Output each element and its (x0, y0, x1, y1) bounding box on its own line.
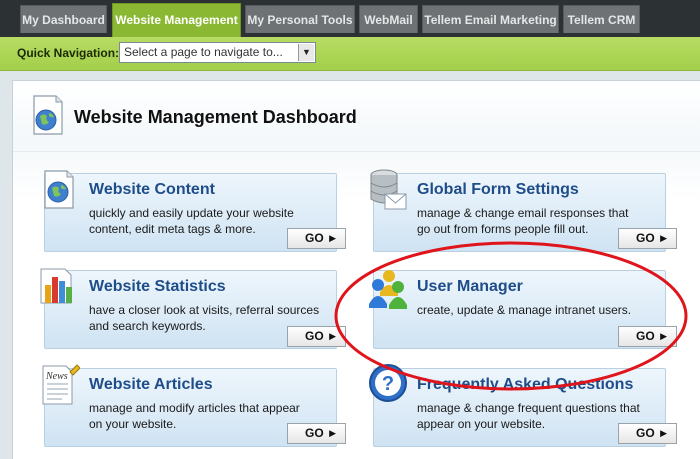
card-description-line: manage & change email responses that (417, 206, 629, 220)
card-frequently-asked-questions: ? Frequently Asked Questions manage & ch… (369, 364, 677, 447)
tab-my-personal-tools[interactable]: My Personal Tools (245, 5, 355, 33)
play-arrow-icon: ▶ (660, 428, 667, 438)
card-title[interactable]: User Manager (417, 278, 523, 296)
card-description-line: have a closer look at visits, referral s… (89, 303, 320, 317)
quick-navigation-label: Quick Navigation: (17, 46, 120, 60)
go-button[interactable]: GO ▶ (287, 326, 346, 347)
go-button-label: GO (636, 426, 655, 440)
card-description: have a closer look at visits, referral s… (89, 302, 319, 334)
svg-text:News: News (45, 371, 68, 382)
play-arrow-icon: ▶ (660, 233, 667, 243)
go-button[interactable]: GO ▶ (287, 228, 346, 249)
database-envelope-icon (370, 169, 407, 210)
card-description-line: on your website. (89, 417, 177, 431)
card-description: manage & change email responses that go … (417, 205, 628, 237)
go-button-label: GO (305, 426, 324, 440)
tab-tellem-crm[interactable]: Tellem CRM (563, 5, 640, 33)
card-description-line: content, edit meta tags & more. (89, 222, 256, 236)
globe-document-icon (44, 170, 74, 209)
news-icon: News (42, 364, 80, 405)
go-button[interactable]: GO ▶ (618, 423, 677, 444)
play-arrow-icon: ▶ (329, 428, 336, 438)
tab-my-dashboard[interactable]: My Dashboard (20, 5, 107, 33)
go-button[interactable]: GO ▶ (618, 228, 677, 249)
card-description-line: create, update & manage intranet users. (417, 303, 632, 317)
divider (13, 151, 700, 152)
card-description-line: quickly and easily update your website (89, 206, 294, 220)
bar-chart-icon (40, 268, 72, 304)
card-user-manager: User Manager create, update & manage int… (369, 270, 677, 349)
card-title[interactable]: Frequently Asked Questions (417, 376, 633, 394)
top-tab-bar: My Dashboard Website Management My Perso… (0, 0, 700, 37)
card-title[interactable]: Website Articles (89, 376, 213, 394)
play-arrow-icon: ▶ (329, 331, 336, 341)
card-website-articles: News Website Articles manage and modify … (42, 364, 346, 447)
card-description: manage and modify articles that appear o… (89, 400, 300, 432)
card-title[interactable]: Website Statistics (89, 278, 226, 296)
play-arrow-icon: ▶ (329, 233, 336, 243)
card-global-form-settings: Global Form Settings manage & change ema… (370, 169, 677, 252)
tab-website-management[interactable]: Website Management (112, 3, 241, 37)
page-title: Website Management Dashboard (74, 107, 357, 127)
go-button[interactable]: GO ▶ (618, 326, 677, 347)
go-button-label: GO (305, 231, 324, 245)
svg-text:?: ? (382, 373, 394, 395)
card-website-content: Website Content quickly and easily updat… (44, 170, 346, 252)
go-button-label: GO (636, 329, 655, 343)
quick-navigation-value: Select a page to navigate to... (124, 45, 283, 59)
tab-tellem-email-marketing[interactable]: Tellem Email Marketing (422, 5, 559, 33)
go-button-label: GO (305, 329, 324, 343)
card-description: create, update & manage intranet users. (417, 302, 631, 318)
go-button-label: GO (636, 231, 655, 245)
card-website-statistics: Website Statistics have a closer look at… (40, 268, 346, 349)
card-description-line: go out from forms people fill out. (417, 222, 589, 236)
quick-navigation-select[interactable]: Select a page to navigate to... ▼ (119, 42, 316, 63)
card-description-line: manage and modify articles that appear (89, 401, 300, 415)
card-title[interactable]: Global Form Settings (417, 181, 579, 199)
users-icon (369, 270, 407, 309)
go-button[interactable]: GO ▶ (287, 423, 346, 444)
chevron-down-icon[interactable]: ▼ (298, 44, 314, 61)
question-icon: ? (369, 364, 407, 402)
card-description: manage & change frequent questions that … (417, 400, 640, 432)
globe-document-icon (33, 95, 63, 135)
card-title[interactable]: Website Content (89, 181, 215, 199)
quick-navigation-bar: Quick Navigation: Select a page to navig… (0, 37, 700, 71)
card-description: quickly and easily update your website c… (89, 205, 294, 237)
play-arrow-icon: ▶ (660, 331, 667, 341)
tab-webmail[interactable]: WebMail (359, 5, 418, 33)
card-description-line: manage & change frequent questions that (417, 401, 640, 415)
card-description-line: appear on your website. (417, 417, 546, 431)
card-description-line: and search keywords. (89, 319, 206, 333)
